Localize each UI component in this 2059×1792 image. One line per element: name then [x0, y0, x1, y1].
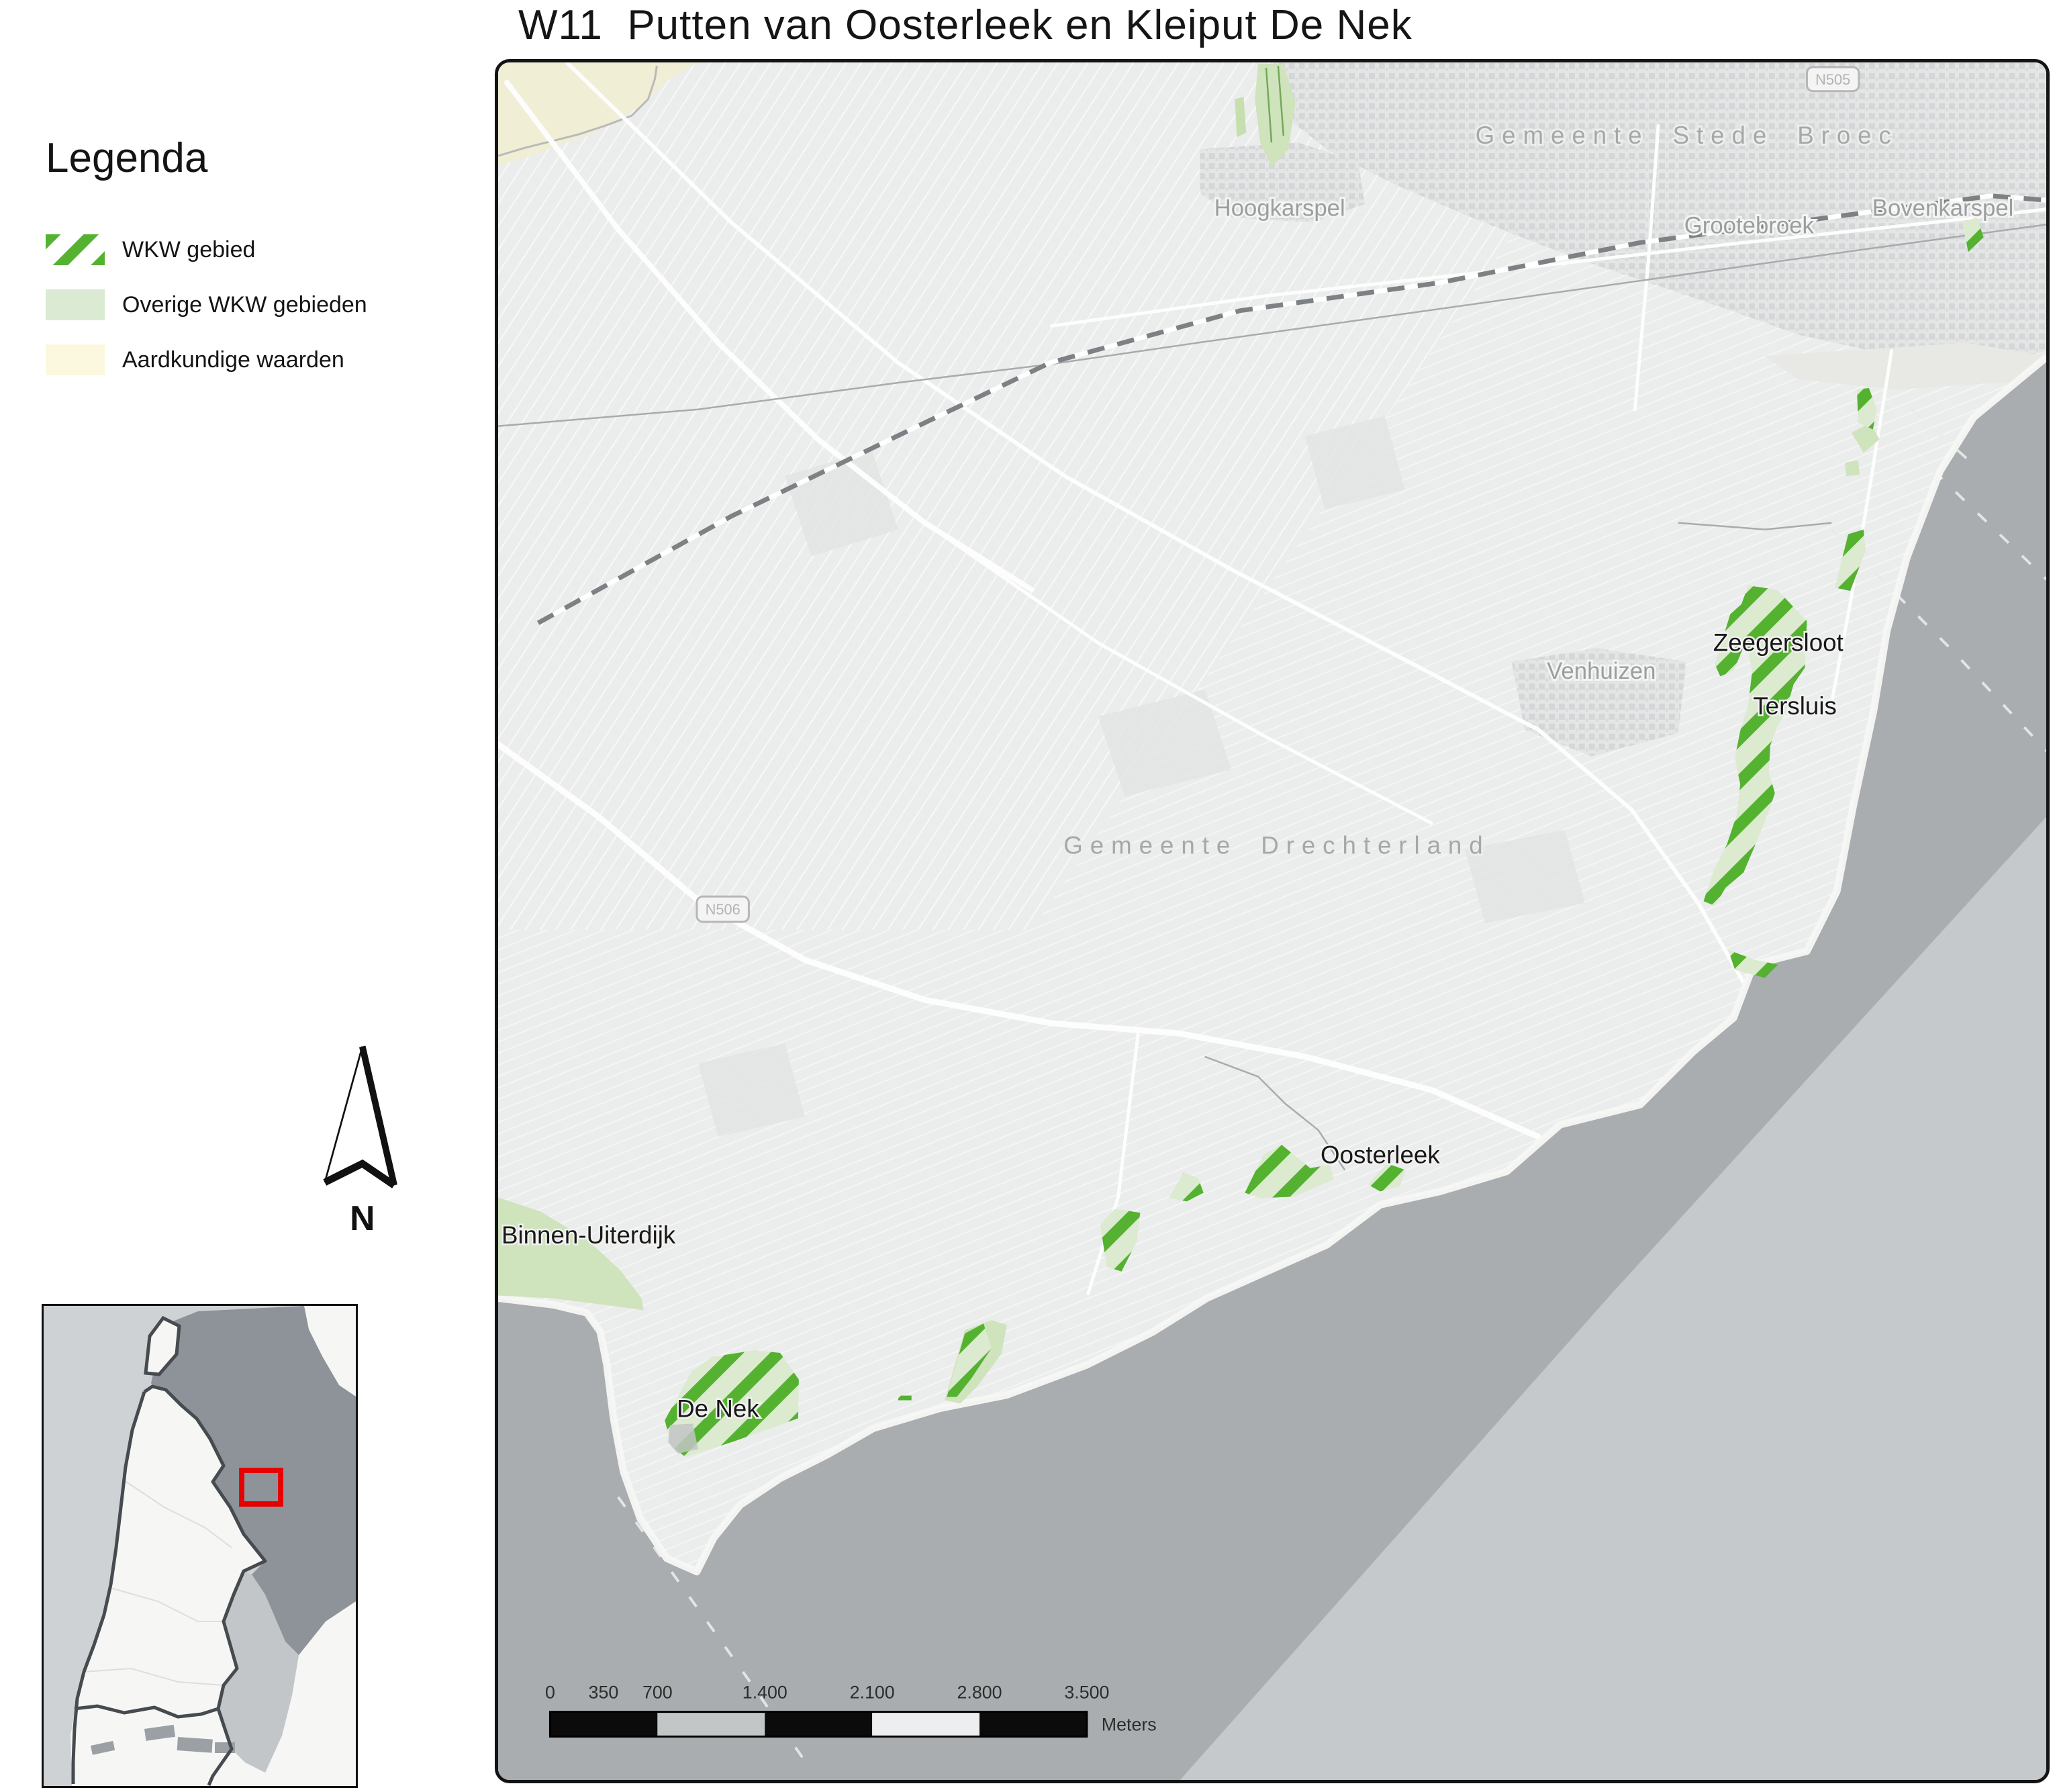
scale-tick-3500: 3.500: [1064, 1683, 1109, 1703]
main-map: N505 N506 Gemeente Stede Broec Gemeente …: [495, 59, 2050, 1783]
wkw-hatch-swatch: [46, 234, 105, 265]
aardkundige-swatch: [46, 344, 105, 375]
legend-item-aardkundig: Aardkundige waarden: [46, 344, 367, 375]
scale-tick-2800: 2.800: [957, 1683, 1002, 1703]
legend-label-aardkundig: Aardkundige waarden: [122, 347, 344, 373]
scale-unit: Meters: [1102, 1714, 1157, 1734]
scale-tick-1400: 1.400: [743, 1683, 787, 1703]
page-title: W11 Putten van Oosterleek en Kleiput De …: [518, 1, 1412, 49]
n505-shield: N505: [1815, 71, 1850, 88]
label-de-nek: De Nek: [677, 1395, 759, 1422]
label-venhuizen: Venhuizen: [1547, 659, 1656, 684]
label-grootebroek: Grootebroek: [1684, 213, 1815, 238]
label-gemeente-stede-broec: Gemeente Stede Broec: [1476, 122, 1899, 149]
legend-item-overige: Overige WKW gebieden: [46, 289, 367, 320]
north-letter: N: [350, 1198, 375, 1237]
legend-heading: Legenda: [46, 134, 367, 182]
legend-label-overige: Overige WKW gebieden: [122, 292, 367, 318]
label-gemeente-drechterland: Gemeente Drechterland: [1063, 832, 1490, 859]
overige-wkw-swatch: [46, 289, 105, 320]
map-canvas: N505 N506 Gemeente Stede Broec Gemeente …: [498, 62, 2046, 1780]
label-bovenkarspel: Bovenkarspel: [1872, 196, 2014, 222]
label-binnen-uiterdijk: Binnen-Uiterdijk: [501, 1221, 676, 1249]
inset-map: [42, 1304, 358, 1788]
scale-tick-700: 700: [642, 1683, 673, 1703]
north-arrow-icon: N: [318, 1041, 412, 1250]
n506-shield: N506: [706, 901, 740, 918]
legend-label-wkw: WKW gebied: [122, 237, 255, 263]
legend: Legenda WKW gebied Overige WKW gebieden …: [46, 134, 367, 399]
page: { "title": "W11 Putten van Oosterleek en…: [0, 0, 2059, 1792]
scale-tick-0: 0: [545, 1683, 555, 1703]
label-oosterleek: Oosterleek: [1321, 1141, 1440, 1169]
scale-tick-2100: 2.100: [850, 1683, 895, 1703]
label-hoogkarspel: Hoogkarspel: [1214, 196, 1345, 222]
legend-item-wkw: WKW gebied: [46, 234, 367, 265]
label-tersluis: Tersluis: [1753, 692, 1837, 720]
label-zeegersloot: Zeegersloot: [1713, 629, 1843, 657]
north-arrow: N: [318, 1041, 412, 1235]
scale-tick-350: 350: [589, 1683, 619, 1703]
